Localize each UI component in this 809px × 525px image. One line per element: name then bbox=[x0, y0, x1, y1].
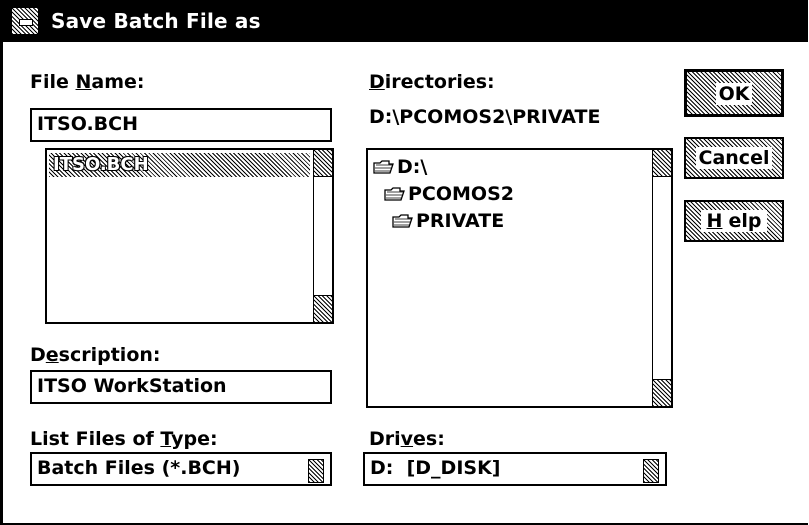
file-type-label: List Files of Type: bbox=[30, 428, 218, 450]
help-button[interactable]: Help bbox=[684, 200, 784, 242]
file-type-select[interactable]: Batch Files (*.BCH) bbox=[30, 452, 332, 486]
open-folder-icon bbox=[384, 187, 406, 201]
file-name-input[interactable]: ITSO.BCH bbox=[30, 108, 332, 142]
scroll-up-button[interactable] bbox=[653, 150, 671, 177]
description-input[interactable]: ITSO WorkStation bbox=[30, 370, 332, 404]
open-folder-icon bbox=[392, 214, 414, 228]
scroll-down-button[interactable] bbox=[314, 295, 332, 322]
directory-item-private[interactable]: PRIVATE bbox=[392, 209, 504, 233]
description-label: Description: bbox=[30, 344, 161, 366]
file-list-item-selected[interactable]: ITSO.BCH bbox=[49, 153, 310, 177]
drives-label: Drives: bbox=[369, 428, 445, 450]
current-directory-path: D:\PCOMOS2\PRIVATE bbox=[369, 106, 601, 128]
dropdown-arrow-icon[interactable] bbox=[308, 459, 324, 483]
scroll-down-button[interactable] bbox=[653, 379, 671, 406]
cancel-button[interactable]: Cancel bbox=[684, 137, 784, 179]
directory-tree[interactable]: D:\ PCOMOS2 PRIVATE bbox=[366, 148, 673, 408]
file-type-value: Batch Files (*.BCH) bbox=[37, 457, 241, 479]
drives-select[interactable]: D: [D_DISK] bbox=[363, 452, 667, 486]
dropdown-arrow-icon[interactable] bbox=[643, 459, 659, 483]
directory-item-root[interactable]: D:\ bbox=[373, 155, 427, 179]
file-name-label: File Name: bbox=[30, 71, 145, 93]
drives-value: D: [D_DISK] bbox=[370, 457, 501, 479]
ok-button[interactable]: OK bbox=[684, 69, 784, 117]
file-list-scrollbar[interactable] bbox=[313, 150, 332, 322]
system-menu-icon[interactable] bbox=[11, 7, 39, 35]
open-folder-icon bbox=[373, 160, 395, 174]
file-list[interactable]: ITSO.BCH bbox=[45, 148, 334, 324]
title-bar[interactable]: Save Batch File as bbox=[3, 0, 808, 42]
scroll-up-button[interactable] bbox=[314, 150, 332, 177]
directories-label: Directories: bbox=[369, 71, 495, 93]
save-batch-file-dialog: Save Batch File as File Name: ITSO.BCH I… bbox=[0, 0, 808, 525]
directory-scrollbar[interactable] bbox=[652, 150, 671, 406]
dialog-title: Save Batch File as bbox=[51, 9, 261, 33]
directory-item-pcomos2[interactable]: PCOMOS2 bbox=[384, 182, 514, 206]
